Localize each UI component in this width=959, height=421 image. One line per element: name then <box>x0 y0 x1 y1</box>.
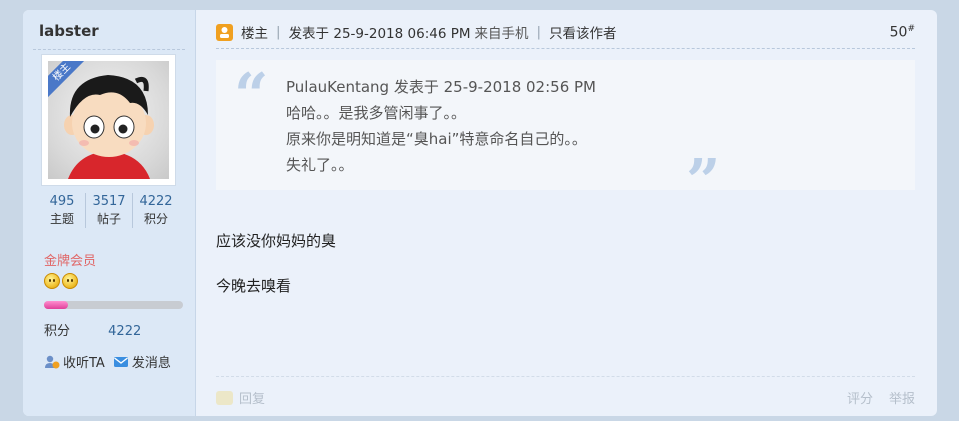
user-rank[interactable]: 金牌会员 <box>44 250 96 269</box>
credit-row: 积分 4222 <box>44 320 141 339</box>
user-actions: 收听TA 发消息 <box>44 352 171 371</box>
quote-line: 原来你是明知道是“臭hai”特意命名自己的。。 <box>286 130 587 148</box>
stat-label: 帖子 <box>96 212 121 226</box>
smiley-icon <box>62 273 78 289</box>
smiley-icon <box>44 273 60 289</box>
follow-button[interactable]: 收听TA <box>44 352 105 371</box>
stat-value[interactable]: 4222 <box>133 193 179 210</box>
quote-header: PulauKentang 发表于 25-9-2018 02:56 PM <box>286 78 596 96</box>
avatar[interactable]: 楼主 <box>48 61 169 179</box>
post-meta: 楼主 | 发表于 25-9-2018 06:46 PM 来自手机 | 只看该作者… <box>216 20 915 44</box>
quote-line: 哈哈。。是我多管闲事了。。 <box>286 104 467 122</box>
quote-line: 失礼了。。 <box>286 156 354 174</box>
credit-progress-fill <box>44 301 68 309</box>
open-quote-icon: “ <box>234 61 269 131</box>
post-date: 发表于 25-9-2018 06:46 PM <box>288 26 471 42</box>
stat-threads[interactable]: 495 主题 <box>39 193 85 228</box>
credit-label: 积分 <box>44 324 71 339</box>
reply-icon <box>216 390 233 405</box>
divider <box>216 48 915 49</box>
reply-button[interactable]: 回复 <box>239 388 265 407</box>
separator: | <box>536 24 542 40</box>
post-paragraph: 应该没你妈妈的臭 <box>216 232 337 250</box>
op-badge: 楼主 <box>48 61 88 101</box>
credit-value: 4222 <box>108 324 142 339</box>
report-button[interactable]: 举报 <box>889 388 915 407</box>
author-tag: 楼主 <box>241 26 268 42</box>
mail-icon <box>113 356 128 367</box>
quote-text: PulauKentang 发表于 25-9-2018 02:56 PM 哈哈。。… <box>286 74 596 178</box>
message-button[interactable]: 发消息 <box>113 352 171 371</box>
stat-label: 积分 <box>143 212 168 226</box>
post-main: 楼主 | 发表于 25-9-2018 06:46 PM 来自手机 | 只看该作者… <box>196 10 937 416</box>
credit-progress-bar <box>44 301 183 309</box>
quote-block: “ ” PulauKentang 发表于 25-9-2018 02:56 PM … <box>216 60 915 212</box>
post-footer: 回复 评分 举报 <box>216 388 915 407</box>
post-paragraph: 今晚去嗅看 <box>216 277 292 295</box>
stat-credits[interactable]: 4222 积分 <box>132 193 179 228</box>
separator: | <box>276 24 281 40</box>
rank-icons <box>44 273 78 289</box>
only-author-link[interactable]: 只看该作者 <box>549 22 617 42</box>
rate-button[interactable]: 评分 <box>847 388 873 407</box>
stat-posts[interactable]: 3517 帖子 <box>85 193 132 228</box>
stat-label: 主题 <box>49 212 74 226</box>
close-quote-icon: ” <box>686 147 721 217</box>
floor-number[interactable]: 50# <box>890 24 915 41</box>
divider <box>216 376 915 377</box>
floor-value: 50 <box>889 24 908 41</box>
user-sidebar: labster 楼主 495 主题 3517 帖子 4222 积分 金牌会员 积… <box>23 10 196 416</box>
follow-label: 收听TA <box>63 356 105 371</box>
username-link[interactable]: labster <box>39 22 99 40</box>
stat-value[interactable]: 495 <box>39 193 85 210</box>
user-stats: 495 主题 3517 帖子 4222 积分 <box>39 193 179 228</box>
op-badge-label: 楼主 <box>48 61 88 101</box>
post-source[interactable]: 来自手机 <box>475 22 529 42</box>
avatar-frame[interactable]: 楼主 <box>41 54 176 186</box>
floor-symbol: # <box>907 23 915 34</box>
divider <box>33 49 185 50</box>
follow-icon <box>45 355 60 368</box>
post-container: labster 楼主 495 主题 3517 帖子 4222 积分 金牌会员 积… <box>23 10 937 416</box>
footer-actions: 评分 举报 <box>847 388 915 407</box>
stat-value[interactable]: 3517 <box>86 193 132 210</box>
post-body: 应该没你妈妈的臭 今晚去嗅看 <box>216 230 336 320</box>
op-icon <box>216 23 233 41</box>
message-label: 发消息 <box>131 356 171 371</box>
